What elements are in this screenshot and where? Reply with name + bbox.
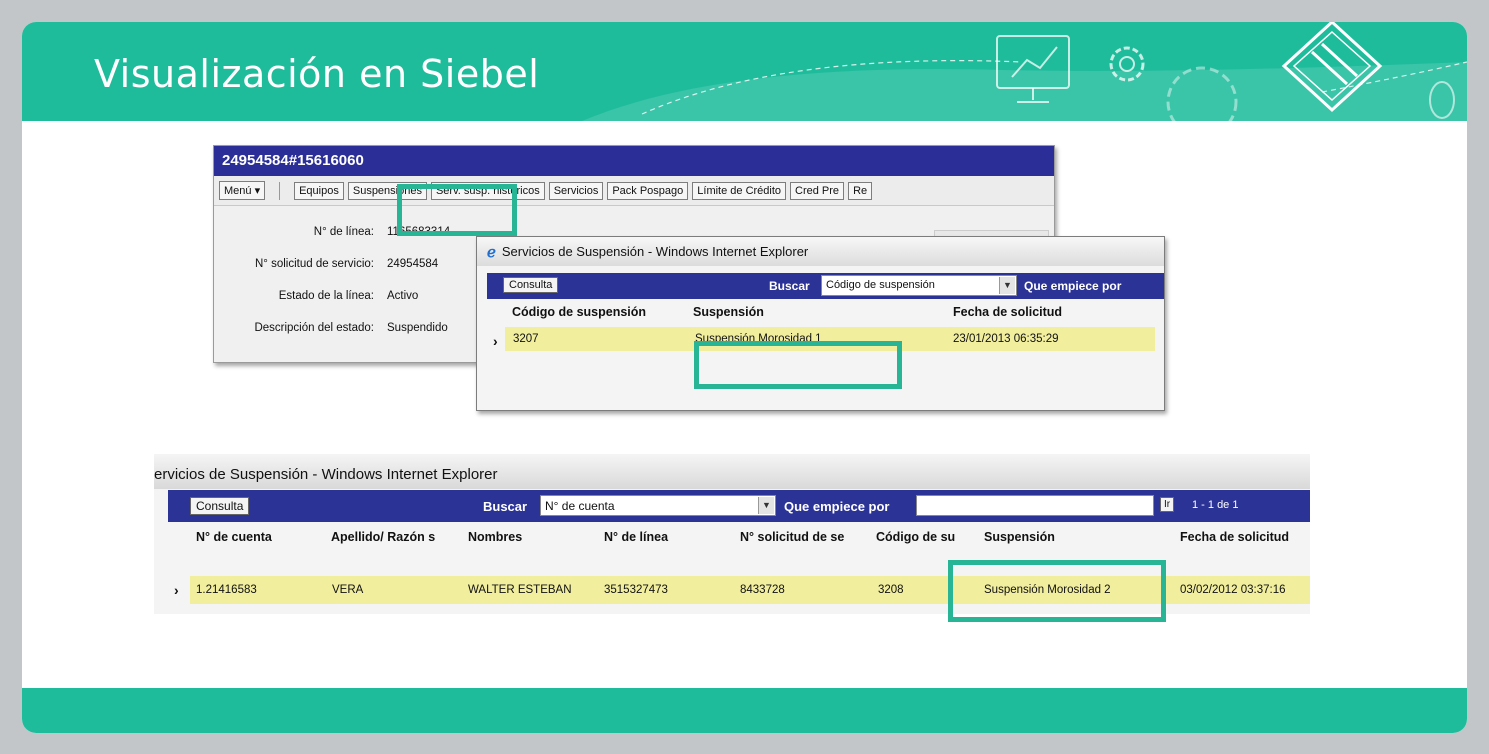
header-fecha-solicitud[interactable]: Fecha de solicitud xyxy=(1180,530,1289,544)
cell-codigo: 3207 xyxy=(513,333,539,345)
field-label: N° solicitud de servicio: xyxy=(254,258,374,270)
menu-button[interactable]: Menú ▾ xyxy=(219,181,266,200)
popup2-title: ervicios de Suspensión - Windows Interne… xyxy=(154,454,1310,489)
slide-header: Visualización en Siebel xyxy=(22,22,1467,121)
siebel-tab-bar: Menú ▾ Equipos Suspensiones Serv. susp. … xyxy=(214,176,1054,206)
record-count: 1 - 1 de 1 xyxy=(1192,499,1239,511)
tab-pack-pospago[interactable]: Pack Pospago xyxy=(607,181,689,200)
tab-re[interactable]: Re xyxy=(848,181,873,200)
slide-title: Visualización en Siebel xyxy=(94,52,540,96)
tab-servicios[interactable]: Servicios xyxy=(548,181,604,200)
slide-footer xyxy=(22,688,1467,733)
tab-cred-pre[interactable]: Cred Pre xyxy=(790,181,845,200)
header-codigo[interactable]: Código de su xyxy=(876,530,955,544)
popup-titlebar: ℯ Servicios de Suspensión - Windows Inte… xyxy=(477,237,1164,266)
highlight-morosidad-1 xyxy=(694,341,902,389)
buscar-select-value: N° de cuenta xyxy=(545,499,615,513)
chevron-down-icon[interactable]: ▼ xyxy=(758,497,774,514)
popup2-toolbar: Consulta Buscar N° de cuenta ▼ Que empie… xyxy=(168,490,1310,522)
header-solicitud[interactable]: N° solicitud de se xyxy=(740,530,844,544)
row-selector-icon: › xyxy=(493,333,498,349)
field-label: N° de línea: xyxy=(313,226,374,238)
tab-limite-credito[interactable]: Límite de Crédito xyxy=(692,181,787,200)
header-apellido[interactable]: Apellido/ Razón s xyxy=(331,530,435,544)
header-suspension[interactable]: Suspensión xyxy=(984,530,1055,544)
highlight-morosidad-2 xyxy=(948,560,1166,622)
que-empiece-label: Que empiece por xyxy=(1024,279,1122,293)
search-input[interactable] xyxy=(916,495,1154,516)
cell-solicitud: 8433728 xyxy=(740,584,785,596)
header-numero-cuenta[interactable]: N° de cuenta xyxy=(196,530,272,544)
popup-toolbar: Consulta Buscar Código de suspensión ▼ Q… xyxy=(487,273,1164,299)
consulta-button[interactable]: Consulta xyxy=(503,277,559,293)
popup-title: Servicios de Suspensión - Windows Intern… xyxy=(501,244,809,259)
highlight-suspensiones-tab xyxy=(397,184,517,236)
field-label: Estado de la línea: xyxy=(278,290,374,302)
buscar-label: Buscar xyxy=(769,279,810,293)
field-label: Descripción del estado: xyxy=(254,322,374,334)
buscar-select[interactable]: Código de suspensión ▼ xyxy=(821,275,1017,296)
header-numero-linea[interactable]: N° de línea xyxy=(604,530,668,544)
go-button[interactable]: Ir xyxy=(1160,497,1175,512)
cell-numero-linea: 3515327473 xyxy=(604,584,668,596)
ie-icon: ℯ xyxy=(487,243,496,261)
buscar-select[interactable]: N° de cuenta ▼ xyxy=(540,495,776,516)
cell-nombres: WALTER ESTEBAN xyxy=(468,584,572,596)
buscar-label: Buscar xyxy=(483,499,528,514)
cell-apellido: VERA xyxy=(332,584,364,596)
row-selector-icon: › xyxy=(174,582,179,598)
header-fecha-solicitud[interactable]: Fecha de solicitud xyxy=(953,305,1062,319)
que-empiece-label: Que empiece por xyxy=(784,499,890,514)
buscar-select-value: Código de suspensión xyxy=(826,279,935,291)
tab-equipos[interactable]: Equipos xyxy=(294,181,344,200)
header-codigo-suspension[interactable]: Código de suspensión xyxy=(512,305,646,319)
tab-separator xyxy=(279,181,281,200)
cell-fecha: 03/02/2012 03:37:16 xyxy=(1180,584,1286,596)
header-suspension[interactable]: Suspensión xyxy=(693,305,764,319)
cell-codigo: 3208 xyxy=(878,584,904,596)
cell-fecha: 23/01/2013 06:35:29 xyxy=(953,333,1059,345)
header-nombres[interactable]: Nombres xyxy=(468,530,522,544)
consulta-button[interactable]: Consulta xyxy=(190,497,250,515)
chevron-down-icon[interactable]: ▼ xyxy=(999,277,1015,294)
record-title: 24954584#15616060 xyxy=(214,146,1054,176)
cell-numero-cuenta: 1.21416583 xyxy=(196,584,257,596)
